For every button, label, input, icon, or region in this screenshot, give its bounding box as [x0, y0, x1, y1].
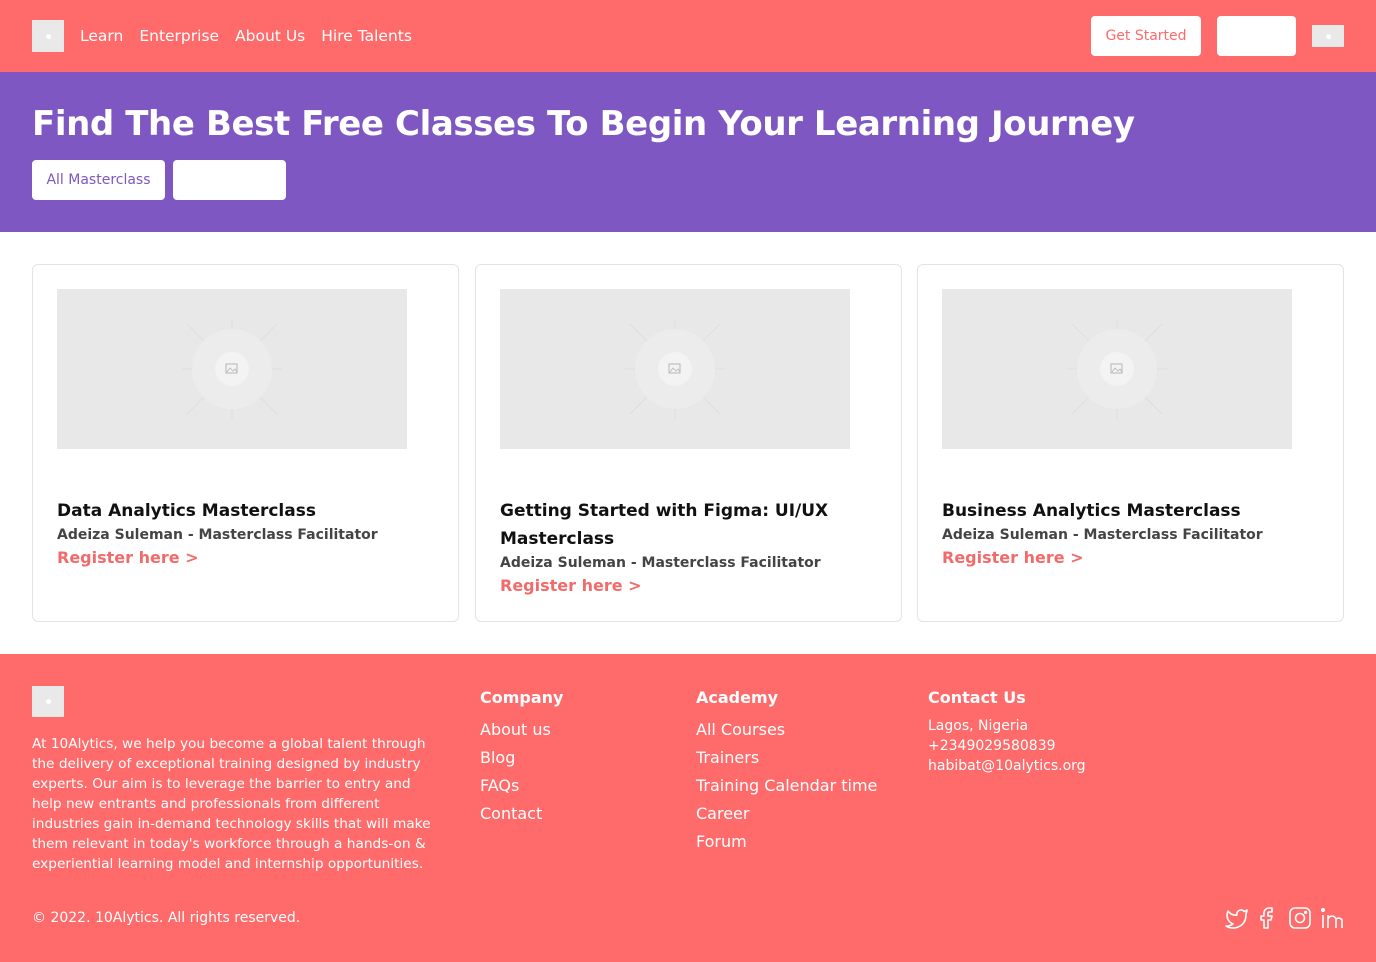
card-text: Getting Started with Figma: UI/UX Master… — [500, 497, 870, 599]
logo-icon[interactable] — [32, 20, 64, 52]
register-link[interactable]: Register here > — [500, 573, 870, 599]
nav-links: Learn Enterprise About Us Hire Talents — [80, 26, 428, 46]
top-navbar: Learn Enterprise About Us Hire Talents G… — [0, 0, 1376, 72]
card-facilitator: Adeiza Suleman - Masterclass Facilitator — [942, 527, 1263, 543]
linkedin-icon[interactable] — [1320, 906, 1344, 930]
footer-contact-column: Contact Us Lagos, Nigeria +2349029580839… — [928, 688, 1086, 776]
footer-phone[interactable]: +2349029580839 — [928, 736, 1086, 756]
card-image-placeholder — [942, 289, 1292, 449]
login-button[interactable] — [1217, 16, 1296, 56]
card-image-placeholder — [500, 289, 850, 449]
footer-link-blog[interactable]: Blog — [480, 744, 563, 772]
register-link[interactable]: Register here > — [942, 545, 1312, 571]
hero-banner: Find The Best Free Classes To Begin Your… — [0, 72, 1376, 232]
footer-company-column: Company About us Blog FAQs Contact — [480, 688, 563, 828]
nav-link-hire-talents[interactable]: Hire Talents — [321, 26, 412, 46]
page-title: Find The Best Free Classes To Begin Your… — [32, 104, 1135, 144]
footer-link-career[interactable]: Career — [696, 800, 877, 828]
masterclass-card: Business Analytics Masterclass Adeiza Su… — [917, 264, 1344, 622]
footer-link-forum[interactable]: Forum — [696, 828, 877, 856]
footer-academy-column: Academy All Courses Trainers Training Ca… — [696, 688, 877, 856]
nav-link-learn[interactable]: Learn — [80, 26, 123, 46]
footer-contact-heading: Contact Us — [928, 688, 1026, 707]
footer-location: Lagos, Nigeria — [928, 718, 1029, 734]
card-title: Data Analytics Masterclass — [57, 501, 316, 521]
masterclass-card: Data Analytics Masterclass Adeiza Sulema… — [32, 264, 459, 622]
twitter-icon[interactable] — [1224, 906, 1248, 930]
card-text: Business Analytics Masterclass Adeiza Su… — [942, 497, 1312, 571]
footer-link-contact[interactable]: Contact — [480, 800, 563, 828]
footer-link-training-calendar[interactable]: Training Calendar time — [696, 772, 877, 800]
footer-link-faqs[interactable]: FAQs — [480, 772, 563, 800]
avatar[interactable] — [1312, 25, 1344, 47]
register-link[interactable]: Register here > — [57, 545, 427, 571]
masterclass-card: Getting Started with Figma: UI/UX Master… — [475, 264, 902, 622]
get-started-button[interactable]: Get Started — [1091, 16, 1201, 56]
facebook-icon[interactable] — [1256, 906, 1280, 930]
instagram-icon[interactable] — [1288, 906, 1312, 930]
footer-link-trainers[interactable]: Trainers — [696, 744, 877, 772]
card-text: Data Analytics Masterclass Adeiza Sulema… — [57, 497, 427, 571]
site-footer: At 10Alytics, we help you become a globa… — [0, 654, 1376, 962]
card-facilitator: Adeiza Suleman - Masterclass Facilitator — [57, 527, 378, 543]
social-links — [1224, 906, 1344, 930]
footer-about-text: At 10Alytics, we help you become a globa… — [32, 736, 431, 872]
card-title: Business Analytics Masterclass — [942, 501, 1241, 521]
footer-company-heading: Company — [480, 688, 564, 707]
nav-link-enterprise[interactable]: Enterprise — [139, 26, 219, 46]
card-title: Getting Started with Figma: UI/UX Master… — [500, 501, 829, 549]
nav-link-about-us[interactable]: About Us — [235, 26, 305, 46]
copyright-text: © 2022. 10Alytics. All rights reserved. — [32, 910, 301, 926]
tab-secondary[interactable] — [173, 160, 286, 200]
footer-logo-icon[interactable] — [32, 686, 64, 717]
card-facilitator: Adeiza Suleman - Masterclass Facilitator — [500, 555, 821, 571]
tab-all-masterclass[interactable]: All Masterclass — [32, 160, 165, 200]
footer-link-all-courses[interactable]: All Courses — [696, 716, 877, 744]
card-image-placeholder — [57, 289, 407, 449]
footer-link-about-us[interactable]: About us — [480, 716, 563, 744]
footer-email[interactable]: habibat@10alytics.org — [928, 756, 1086, 776]
footer-academy-heading: Academy — [696, 688, 779, 707]
